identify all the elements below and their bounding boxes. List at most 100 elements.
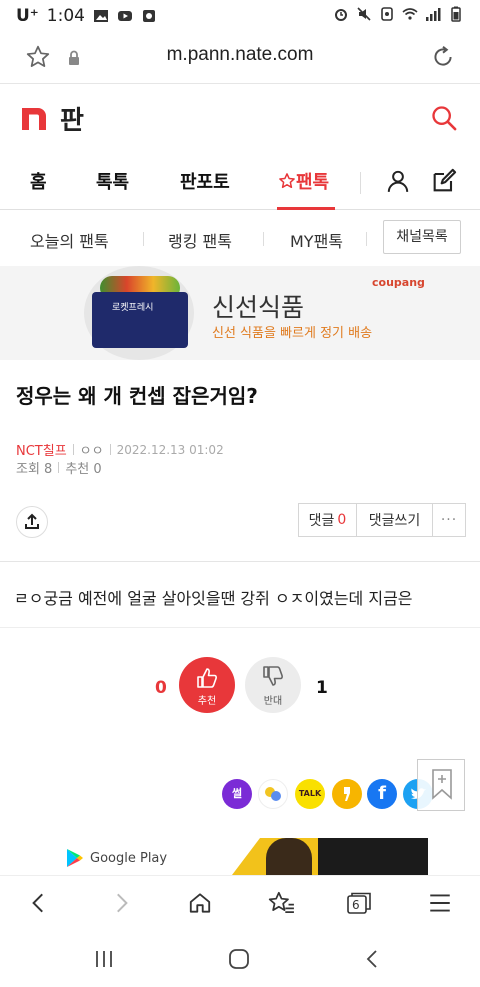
app-notification-icon <box>142 10 155 22</box>
data-saver-icon <box>381 7 393 21</box>
bookmark-add-icon <box>432 769 452 800</box>
banner-subtitle: 신선 식품을 빠르게 정기 배송 <box>212 326 373 341</box>
back-icon[interactable] <box>26 890 52 916</box>
story-glyph-icon <box>344 787 350 801</box>
google-play-icon <box>67 849 83 867</box>
post-meta: NCT칠프 ㅇㅇ 2022.12.13 01:02 <box>16 440 224 460</box>
kakaotalk-share-icon[interactable]: TALK <box>295 779 325 809</box>
tabs-count: 6 <box>352 898 360 912</box>
system-home-icon[interactable] <box>227 948 251 970</box>
bookmark-button[interactable] <box>417 759 465 811</box>
banner-title: 신선식품 <box>212 293 305 322</box>
comment-label: 댓글 <box>308 513 335 529</box>
upvote-button[interactable]: 추천 <box>179 657 235 713</box>
tab-fantok[interactable]: 팬톡 <box>278 168 329 194</box>
subnav-ranking[interactable]: 랭킹 팬톡 <box>168 228 232 252</box>
view-count: 조회 8 <box>16 462 53 477</box>
pann-logo-icon[interactable] <box>20 104 48 132</box>
status-bar: U⁺ 1:04 <box>0 0 480 32</box>
tab-pannphoto[interactable]: 판포토 <box>180 168 230 194</box>
upvote-count: 0 <box>155 678 167 698</box>
downvote-count: 1 <box>316 678 328 698</box>
alarm-icon <box>335 9 347 21</box>
youtube-icon <box>117 11 132 21</box>
divider <box>143 232 144 246</box>
ad-banner[interactable]: 로켓프레시 신선식품 신선 식품을 빠르게 정기 배송 coupang <box>0 266 480 360</box>
facebook-share-icon[interactable]: f <box>367 779 397 809</box>
divider <box>263 232 264 246</box>
browser-bottom-bar: 6 <box>0 875 480 931</box>
post-date: 2022.12.13 01:02 <box>116 442 224 457</box>
tab-fantok-label: 팬톡 <box>296 172 330 193</box>
home-icon[interactable] <box>187 890 213 916</box>
kakaostory-share-icon[interactable] <box>332 779 362 809</box>
comment-button-group: 댓글 0 댓글쓰기 ··· <box>298 503 466 537</box>
divider <box>366 232 367 246</box>
thumbs-down-icon <box>263 666 283 686</box>
post-author[interactable]: NCT칠프 <box>16 440 67 459</box>
battery-icon <box>451 6 461 22</box>
divider <box>58 462 60 473</box>
subnav-today[interactable]: 오늘의 팬톡 <box>30 228 109 252</box>
reload-icon[interactable] <box>430 44 456 70</box>
menu-icon[interactable] <box>427 890 453 916</box>
ad-dark-panel <box>318 838 428 875</box>
ssul-label: 썰 <box>231 787 243 800</box>
tabs-button[interactable]: 6 <box>347 892 371 914</box>
brand-title[interactable]: 판 <box>60 100 84 137</box>
divider <box>109 444 111 455</box>
mute-icon <box>357 7 371 21</box>
share-icon <box>25 513 39 529</box>
bottom-ad[interactable]: Google Play <box>54 838 428 875</box>
recent-apps-icon[interactable] <box>93 949 115 969</box>
delivery-box-image: 로켓프레시 <box>92 292 188 348</box>
downvote-label: 반대 <box>263 696 283 707</box>
box-label: 로켓프레시 <box>112 303 154 313</box>
band-glyph-icon <box>265 787 281 801</box>
divider <box>0 561 480 562</box>
clock: 1:04 <box>46 6 85 26</box>
divider <box>0 627 480 628</box>
forward-icon[interactable] <box>108 890 134 916</box>
google-play-badge: Google Play <box>66 848 167 868</box>
character-silhouette <box>266 838 312 875</box>
edit-icon[interactable] <box>430 167 458 195</box>
post-title: 정우는 왜 개 컨셉 잡은거임? <box>16 384 258 408</box>
divider <box>72 444 74 455</box>
google-play-label: Google Play <box>90 850 168 866</box>
search-icon[interactable] <box>430 104 458 132</box>
subnav-my[interactable]: MY팬톡 <box>290 228 343 252</box>
game-ad-image <box>232 838 428 875</box>
sub-navigation: 오늘의 팬톡 랭킹 팬톡 MY팬톡 채널목록 <box>0 210 480 266</box>
recommend-count: 추천 0 <box>65 462 102 477</box>
tab-toktok[interactable]: 톡톡 <box>96 168 129 194</box>
tab-home[interactable]: 홈 <box>30 168 47 194</box>
upvote-label: 추천 <box>197 696 217 707</box>
ad-slash <box>232 838 260 875</box>
share-button[interactable] <box>16 506 48 538</box>
wifi-icon <box>402 8 418 20</box>
ssul-share-icon[interactable]: 썰 <box>222 779 252 809</box>
main-tabs: 홈 톡톡 판포토 팬톡 <box>0 154 480 210</box>
comment-button[interactable]: 댓글 0 <box>299 504 357 536</box>
browser-url-bar: m.pann.nate.com <box>0 32 480 84</box>
more-button[interactable]: ··· <box>433 504 465 536</box>
signal-icon <box>426 8 441 21</box>
star-icon <box>279 173 295 189</box>
channel-list-button[interactable]: 채널목록 <box>383 220 461 254</box>
band-share-icon[interactable] <box>258 779 288 809</box>
url-field[interactable]: m.pann.nate.com <box>0 44 480 66</box>
write-comment-button[interactable]: 댓글쓰기 <box>357 504 433 536</box>
user-icon[interactable] <box>385 168 411 194</box>
comment-count: 0 <box>337 512 347 528</box>
system-back-icon[interactable] <box>362 948 384 970</box>
divider <box>360 172 361 194</box>
kakaotalk-label: TALK <box>298 789 322 798</box>
site-header: 판 <box>0 84 480 154</box>
bookmarks-icon[interactable] <box>267 890 295 916</box>
coupang-logo: coupang <box>372 276 425 289</box>
post-nickname: ㅇㅇ <box>79 444 104 459</box>
downvote-button[interactable]: 반대 <box>245 657 301 713</box>
system-navigation-bar <box>0 931 480 987</box>
image-icon <box>93 10 108 22</box>
